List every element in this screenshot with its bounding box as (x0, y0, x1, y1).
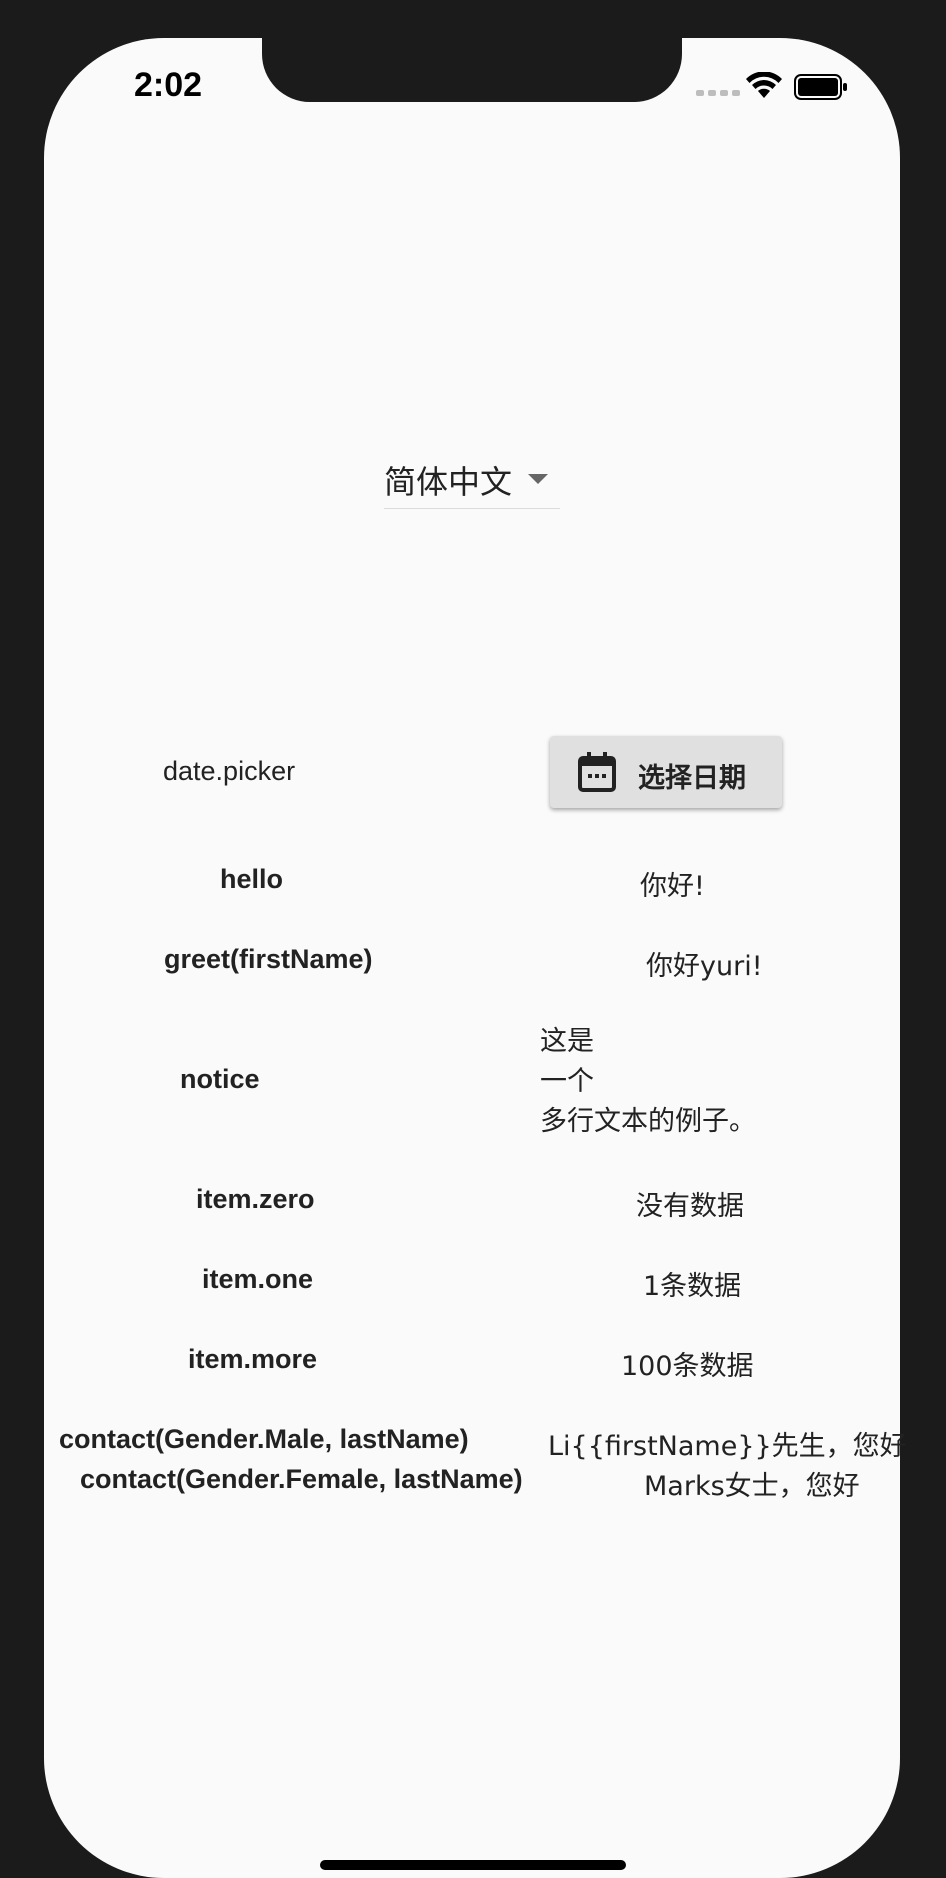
notice-line: 一个 (540, 1066, 594, 1097)
date-picker-key: date.picker (163, 756, 296, 786)
wifi-icon (746, 72, 782, 98)
language-selected-value: 简体中文 (384, 463, 513, 501)
cellular-signal-icon (696, 90, 740, 96)
language-dropdown[interactable]: 简体中文 (384, 452, 560, 509)
contact-male-value: Li{{firstName}}先生，您好 (548, 1431, 907, 1462)
notice-value: 这是 一个 多行文本的例子。 (540, 1022, 756, 1142)
hello-value: 你好! (640, 871, 705, 902)
select-date-label: 选择日期 (638, 763, 746, 793)
contact-female-value: Marks女士，您好 (644, 1471, 860, 1502)
device-notch (262, 38, 682, 102)
greet-key: greet(firstName) (164, 944, 373, 974)
item-more-value: 100条数据 (621, 1351, 754, 1382)
notice-line: 多行文本的例子。 (540, 1106, 756, 1137)
select-date-button[interactable]: 选择日期 (550, 736, 782, 808)
hello-key: hello (220, 864, 284, 894)
battery-icon (794, 74, 847, 100)
contact-female-key: contact(Gender.Female, lastName) (80, 1464, 523, 1494)
dropdown-caret-icon (528, 474, 548, 484)
item-one-value: 1条数据 (643, 1271, 742, 1302)
home-indicator[interactable] (320, 1860, 626, 1870)
item-more-key: item.more (188, 1344, 318, 1374)
greet-value: 你好yuri! (646, 951, 763, 982)
item-zero-value: 没有数据 (636, 1191, 744, 1222)
contact-male-key: contact(Gender.Male, lastName) (59, 1424, 469, 1454)
status-time: 2:02 (134, 66, 203, 104)
item-zero-key: item.zero (196, 1184, 315, 1214)
notice-key: notice (180, 1064, 260, 1094)
notice-line: 这是 (540, 1026, 594, 1057)
item-one-key: item.one (202, 1264, 314, 1294)
calendar-icon (578, 752, 616, 792)
